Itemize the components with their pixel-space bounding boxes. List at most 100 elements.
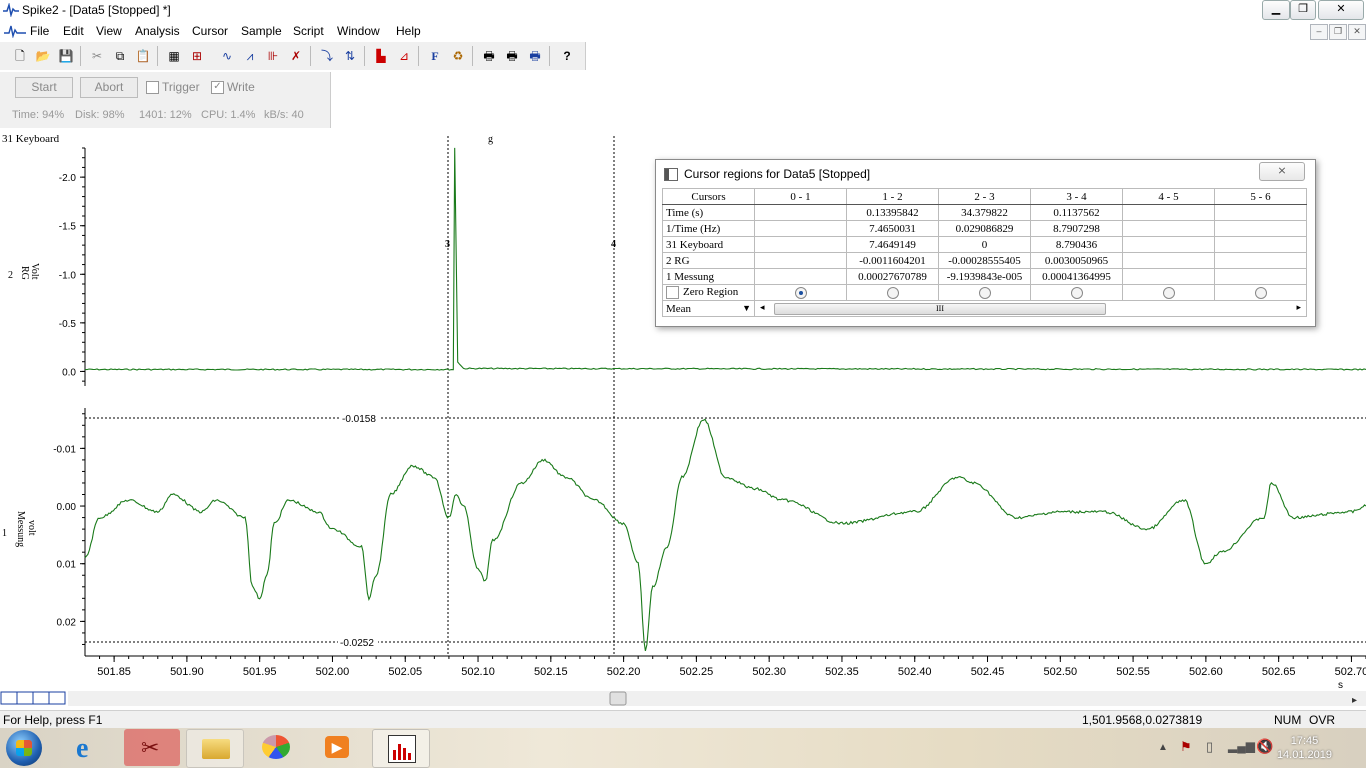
network-icon[interactable]: ▂▄▆ [1228, 739, 1255, 753]
menu-sample[interactable]: Sample [241, 24, 282, 38]
column-header[interactable]: 2 - 3 [938, 188, 1031, 205]
show-hidden-icons-icon[interactable]: ▲ [1158, 742, 1168, 753]
menu-help[interactable]: Help [396, 24, 421, 38]
menu-cursor[interactable]: Cursor [192, 24, 228, 38]
start-button-icon[interactable] [6, 730, 42, 766]
minimize-button[interactable]: ▁ [1262, 0, 1290, 20]
rg-channel-unit: Volt [29, 263, 40, 280]
chevron-down-icon[interactable]: ▼ [742, 303, 751, 313]
table-cell: 34.379822 [938, 204, 1031, 221]
cursor-position: 1,501.9568,0.0273819 [1082, 713, 1203, 727]
zero-region-checkbox[interactable] [666, 286, 679, 299]
column-header[interactable]: 5 - 6 [1214, 188, 1307, 205]
rg-tick-label: -1.0 [59, 270, 77, 281]
cursor-move-icon[interactable]: ⇅ [340, 47, 360, 65]
snipping-tool-icon[interactable]: ✂ [124, 729, 180, 766]
script-run-icon[interactable]: ♻ [448, 47, 468, 65]
column-header[interactable]: 3 - 4 [1030, 188, 1123, 205]
waveform-icon[interactable]: ∿ [217, 47, 237, 65]
help-icon[interactable]: ? [557, 47, 577, 65]
paint-icon[interactable] [248, 729, 304, 766]
table-cell [754, 252, 847, 269]
save-icon[interactable]: 💾 [56, 47, 76, 65]
event-icon[interactable]: ⩘ [240, 47, 260, 65]
horizontal-scrollbar[interactable] [68, 691, 1366, 706]
dialog-close-button[interactable]: ⨯ [1259, 162, 1305, 181]
zero-region-radio[interactable] [886, 286, 899, 299]
xy-button[interactable] [32, 691, 50, 705]
mdi-restore-button[interactable]: ❐ [1329, 24, 1347, 40]
cut-icon[interactable]: ✂ [87, 47, 107, 65]
table-scroll-thumb[interactable]: III [774, 303, 1106, 315]
font-icon[interactable]: F [425, 47, 445, 65]
copy-icon[interactable]: ⧉ [110, 47, 130, 65]
scroll-left-arrow[interactable]: ◂ [760, 302, 765, 313]
column-header[interactable]: 0 - 1 [754, 188, 847, 205]
scroll-right-arrow[interactable]: ▸ [1296, 302, 1301, 313]
menu-script[interactable]: Script [293, 24, 324, 38]
overdraw-button[interactable] [16, 691, 34, 705]
media-player-icon[interactable]: ▶ [310, 729, 366, 766]
zero-region-radio[interactable] [1070, 286, 1083, 299]
menu-edit[interactable]: Edit [63, 24, 84, 38]
print-visible-icon[interactable]: 🖶 [502, 47, 522, 65]
x-tick-label: 502.55 [1116, 666, 1150, 678]
scrollbar-thumb[interactable] [609, 691, 627, 706]
open-icon[interactable]: 📂 [33, 47, 53, 65]
table-cell [1122, 204, 1215, 221]
x-tick-label: 502.15 [534, 666, 568, 678]
x-axis-unit: s [1338, 680, 1343, 691]
volume-muted-icon[interactable]: 🔇 [1256, 738, 1273, 755]
zero-region-radio[interactable] [1254, 286, 1267, 299]
table-cell: -0.00028555405 [938, 252, 1031, 269]
start-button[interactable]: Start [15, 77, 73, 98]
zero-region-radio[interactable] [794, 286, 807, 299]
channel-view-button[interactable] [0, 691, 18, 705]
mdi-close-button[interactable]: ✕ [1348, 24, 1366, 40]
new-icon[interactable]: 🗋 [10, 47, 30, 65]
scroll-right-arrow[interactable]: ▸ [1352, 695, 1357, 706]
spike2-taskbar-icon[interactable] [372, 729, 430, 768]
trigger-checkbox[interactable] [146, 81, 159, 94]
internet-explorer-icon[interactable]: e [62, 729, 118, 766]
row-label: Time (s) [662, 204, 755, 221]
mdi-minimize-button[interactable]: – [1310, 24, 1328, 40]
mode-select[interactable]: Mean ▼ [662, 300, 755, 317]
mode-select-value: Mean [666, 302, 692, 315]
histogram-icon[interactable]: ▙ [371, 47, 391, 65]
action-center-icon[interactable]: ⚑ [1180, 739, 1192, 755]
rg-tick-label: -1.5 [59, 222, 77, 233]
sampling-config-icon[interactable]: ▦ [164, 47, 184, 65]
close-button[interactable]: ✕ [1318, 0, 1364, 20]
menu-view[interactable]: View [96, 24, 122, 38]
table-horizontal-scrollbar[interactable]: ◂ III ▸ [754, 300, 1307, 317]
print-icon[interactable]: 🖶 [479, 47, 499, 65]
delete-cursor-icon[interactable]: ✗ [286, 47, 306, 65]
print-screen-icon[interactable]: 🖶 [525, 47, 545, 65]
column-header[interactable]: 1 - 2 [846, 188, 939, 205]
markers-icon[interactable]: ⊪ [263, 47, 283, 65]
column-header[interactable]: Cursors [662, 188, 755, 205]
zero-region-radio[interactable] [978, 286, 991, 299]
abort-button[interactable]: Abort [80, 77, 138, 98]
vertical-cursor-3-label[interactable]: 3 [445, 239, 450, 250]
cursor-regions-dialog[interactable]: Cursor regions for Data5 [Stopped] ⨯ Cur… [655, 159, 1316, 327]
menu-window[interactable]: Window [337, 24, 380, 38]
battery-icon[interactable]: ▯ [1206, 739, 1213, 755]
explorer-icon[interactable] [186, 729, 244, 768]
zoom-button[interactable] [48, 691, 66, 705]
analysis-chart-icon[interactable]: ⊿ [394, 47, 414, 65]
channel-config-icon[interactable]: ⊞ [187, 47, 207, 65]
zero-region-cell[interactable]: Zero Region [662, 284, 755, 301]
restore-button[interactable]: ❐ [1290, 0, 1316, 20]
vertical-cursor-4-label[interactable]: 4 [611, 239, 616, 250]
table-cell: 0.00041364995 [1030, 268, 1123, 285]
column-header[interactable]: 4 - 5 [1122, 188, 1215, 205]
paste-icon[interactable]: 📋 [133, 47, 153, 65]
cursor-new-icon[interactable]: ⤵ [317, 47, 337, 65]
menu-file[interactable]: File [30, 24, 49, 38]
zero-region-radio[interactable] [1162, 286, 1175, 299]
write-checkbox[interactable]: ✓ [211, 81, 224, 94]
taskbar-clock[interactable]: 17:45 14.01.2019 [1277, 734, 1332, 762]
menu-analysis[interactable]: Analysis [135, 24, 180, 38]
